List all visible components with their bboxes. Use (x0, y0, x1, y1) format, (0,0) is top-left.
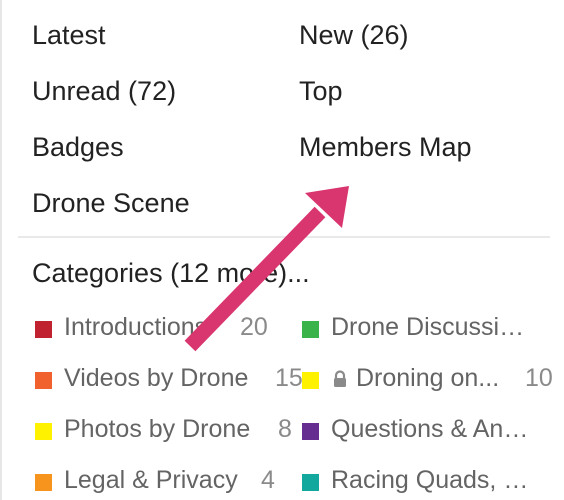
arrow-head (305, 186, 349, 228)
category-color-swatch (302, 321, 319, 338)
category-name: Introductions (64, 313, 208, 341)
panel-left-border (0, 0, 2, 500)
category-name: Racing Quads, … (331, 466, 529, 494)
category-color-swatch (302, 474, 319, 491)
nav-members-map[interactable]: Members Map (299, 131, 472, 163)
category-color-swatch (35, 372, 52, 389)
category-color-swatch (35, 474, 52, 491)
category-count: 4 (261, 466, 275, 494)
category-name: Questions & An… (331, 415, 529, 443)
lock-icon (334, 370, 346, 387)
categories-heading[interactable]: Categories (12 more)... (32, 257, 310, 289)
nav-latest[interactable]: Latest (32, 19, 106, 51)
nav-drone-scene[interactable]: Drone Scene (32, 187, 190, 219)
nav-top[interactable]: Top (299, 75, 343, 107)
nav-new[interactable]: New (26) (299, 19, 409, 51)
category-name: Photos by Drone (64, 415, 251, 443)
category-count: 10 (525, 364, 553, 392)
category-color-swatch (302, 372, 319, 389)
category-color-swatch (35, 423, 52, 440)
category-count: 15 (275, 364, 303, 392)
category-count: 20 (240, 313, 268, 341)
menu-divider (18, 236, 550, 238)
category-count: 8 (278, 415, 292, 443)
category-color-swatch (302, 423, 319, 440)
category-name: Videos by Drone (64, 364, 249, 392)
nav-badges[interactable]: Badges (32, 131, 124, 163)
category-name: Drone Discussi… (331, 313, 525, 341)
nav-unread[interactable]: Unread (72) (32, 75, 176, 107)
category-color-swatch (35, 321, 52, 338)
category-name: Legal & Privacy (64, 466, 238, 494)
category-name: Droning on... (356, 364, 500, 392)
